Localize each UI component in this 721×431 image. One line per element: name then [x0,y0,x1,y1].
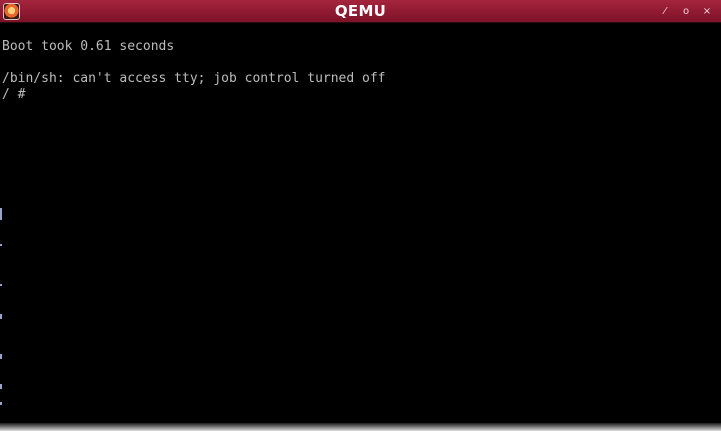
console-prompt[interactable]: / # [2,87,386,103]
bottom-edge [0,423,721,431]
console-output: Boot took 0.61 seconds/bin/sh: can't acc… [2,39,386,103]
console-line-blank [2,55,386,71]
edge-mark [0,244,2,246]
minimize-button[interactable]: ⁄ [657,3,673,20]
left-edge-artifacts [0,208,3,408]
qemu-window: QEMU ⁄ o × Boot took 0.61 seconds/bin/sh… [0,0,721,431]
close-button[interactable]: × [699,3,715,20]
edge-mark [0,208,2,220]
edge-mark [0,284,2,286]
titlebar[interactable]: QEMU ⁄ o × [0,0,721,23]
qemu-app-icon[interactable] [3,3,20,20]
edge-mark [0,384,2,389]
edge-mark [0,354,2,359]
console-line-tty-warning: /bin/sh: can't access tty; job control t… [2,71,386,86]
console-line-boot-time: Boot took 0.61 seconds [2,39,175,54]
edge-mark [0,402,2,405]
maximize-button[interactable]: o [678,3,694,20]
window-controls: ⁄ o × [657,3,715,20]
vm-screen[interactable]: Boot took 0.61 seconds/bin/sh: can't acc… [0,23,721,423]
window-title: QEMU [334,2,387,20]
edge-mark [0,314,2,319]
